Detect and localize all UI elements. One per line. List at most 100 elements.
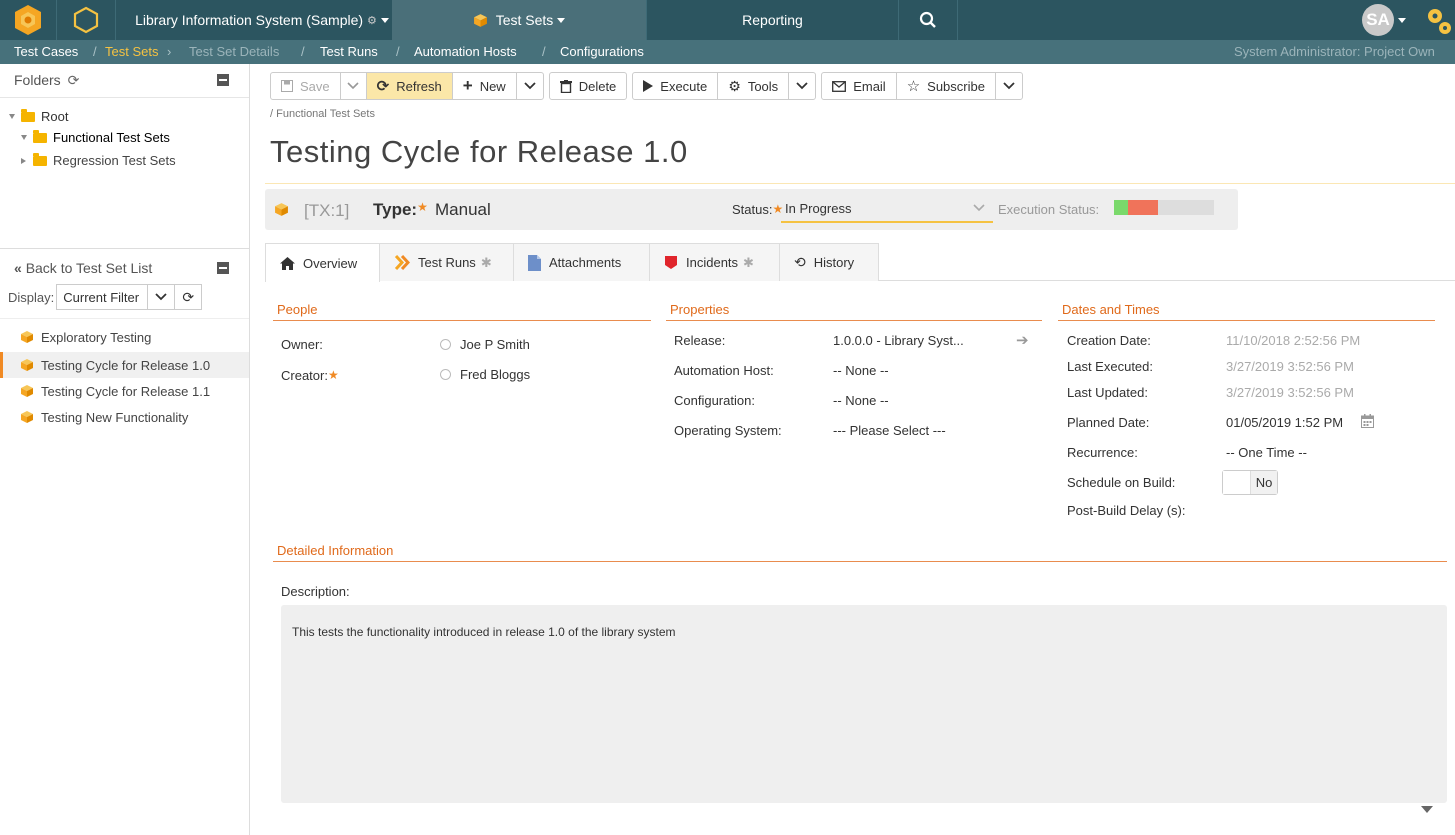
dates-section-title: Dates and Times (1062, 302, 1160, 317)
cogs-icon[interactable] (1420, 0, 1455, 40)
status-select[interactable]: In Progress (781, 197, 993, 223)
search-button[interactable] (898, 0, 958, 40)
recurrence-field[interactable]: -- One Time -- (1226, 445, 1307, 460)
email-group: Email ☆ Subscribe (821, 72, 1023, 100)
panel-divider (0, 318, 249, 319)
automation-host-label: Automation Host: (674, 363, 774, 378)
tab-attachments[interactable]: Attachments (513, 243, 650, 281)
tab-history[interactable]: ⟲ History (779, 243, 879, 281)
operating-system-label: Operating System: (674, 423, 782, 438)
test-set-icon (21, 411, 33, 423)
section-divider (273, 561, 1447, 562)
new-dropdown-button[interactable] (517, 73, 543, 99)
tools-dropdown-button[interactable] (789, 73, 815, 99)
execute-button[interactable]: Execute (633, 73, 719, 99)
tab-incidents[interactable]: Incidents ✱ (649, 243, 780, 281)
new-button[interactable]: + New (453, 73, 517, 99)
expand-icon[interactable] (9, 114, 15, 119)
gear-icon: ⚙ (367, 14, 377, 27)
planned-date-input[interactable]: 01/05/2019 1:52 PM (1226, 415, 1343, 430)
crumb-test-runs[interactable]: Test Runs (320, 44, 378, 59)
tab-strip: Overview Test Runs ✱ Attachments Inciden… (265, 243, 1455, 282)
arrow-right-icon[interactable]: ➔ (1016, 331, 1029, 349)
delete-group: Delete (548, 72, 628, 100)
tree-item-functional[interactable]: Functional Test Sets (21, 129, 170, 145)
chevron-down-icon (796, 82, 808, 90)
spira-logo-icon[interactable] (0, 0, 56, 40)
bug-icon (664, 255, 678, 270)
release-field[interactable]: 1.0.0.0 - Library Syst... (833, 333, 964, 348)
test-set-icon (21, 359, 33, 371)
project-selector[interactable]: Library Information System (Sample) ⚙ (115, 0, 392, 40)
test-set-icon (21, 385, 33, 397)
floppy-icon (281, 80, 293, 92)
creator-label: Creator:★ (281, 368, 339, 383)
subscribe-dropdown-button[interactable] (996, 73, 1022, 99)
delete-button[interactable]: Delete (550, 73, 627, 99)
asterisk-icon: ✱ (480, 254, 492, 270)
scroll-down-icon[interactable] (1421, 806, 1433, 813)
asterisk-icon: ✱ (743, 254, 754, 270)
toggle-label: No (1251, 471, 1277, 494)
collapse-list-button[interactable] (217, 262, 229, 274)
crumb-separator: / (93, 44, 97, 59)
test-sets-menu[interactable]: Test Sets (392, 0, 646, 40)
save-button[interactable]: Save (271, 73, 341, 99)
refresh-icon: ⟳ (376, 78, 390, 95)
automation-host-field[interactable]: -- None -- (833, 363, 889, 378)
tab-test-runs[interactable]: Test Runs ✱ (379, 243, 514, 281)
crumb-test-sets[interactable]: Test Sets (105, 44, 158, 59)
description-text: This tests the functionality introduced … (292, 625, 676, 639)
calendar-icon[interactable] (1361, 414, 1374, 431)
schedule-on-build-toggle[interactable]: No (1222, 470, 1278, 495)
back-to-list-link[interactable]: « Back to Test Set List (14, 260, 152, 276)
execution-status-bar[interactable] (1114, 200, 1214, 215)
configuration-field[interactable]: -- None -- (833, 393, 889, 408)
tree-item-regression[interactable]: Regression Test Sets (21, 152, 176, 168)
release-label: Release: (674, 333, 726, 348)
list-item[interactable]: Testing Cycle for Release 1.1 (0, 378, 249, 404)
crumb-test-set-details: Test Set Details (189, 44, 280, 59)
description-label: Description: (281, 584, 350, 599)
search-icon (919, 11, 936, 28)
required-star-icon: ★ (417, 200, 428, 214)
filter-dropdown-button[interactable] (147, 284, 176, 310)
crumb-automation-hosts[interactable]: Automation Hosts (414, 44, 517, 59)
user-menu[interactable]: SA (1358, 0, 1410, 40)
left-panel: Folders ⟳ Root Functional Test Sets Regr… (0, 64, 250, 835)
folder-path[interactable]: / Functional Test Sets (270, 108, 375, 120)
chevron-down-icon (524, 82, 536, 90)
tab-overview[interactable]: Overview (265, 243, 380, 282)
user-role-info: System Administrator: Project Own (1234, 44, 1435, 59)
refresh-list-button[interactable]: ⟳ (174, 284, 203, 310)
execution-passed-segment (1114, 200, 1128, 215)
expand-icon[interactable] (21, 135, 27, 140)
hexagon-icon[interactable] (56, 0, 114, 40)
expand-icon[interactable] (21, 157, 26, 164)
refresh-icon[interactable]: ⟳ (68, 72, 80, 88)
operating-system-field[interactable]: --- Please Select --- (833, 423, 946, 438)
email-button[interactable]: Email (822, 73, 897, 99)
crumb-separator: / (396, 44, 400, 59)
creator-field[interactable]: Fred Bloggs (440, 367, 530, 382)
save-dropdown-button[interactable] (341, 73, 367, 99)
collapse-folders-button[interactable] (217, 74, 229, 86)
tree-item-root[interactable]: Root (9, 108, 68, 124)
document-icon (528, 254, 541, 271)
refresh-button[interactable]: ⟳ Refresh (366, 73, 453, 99)
breadcrumb: Test Cases / Test Sets › Test Set Detail… (0, 40, 1455, 64)
filter-select[interactable]: Current Filter (56, 284, 149, 310)
test-set-icon (275, 203, 288, 216)
owner-field[interactable]: Joe P Smith (440, 337, 530, 352)
tools-button[interactable]: ⚙ Tools (718, 73, 790, 99)
crumb-configurations[interactable]: Configurations (560, 44, 644, 59)
reporting-menu[interactable]: Reporting (646, 0, 898, 40)
crumb-test-cases[interactable]: Test Cases (14, 44, 78, 59)
list-item[interactable]: Testing New Functionality (0, 404, 249, 430)
subscribe-button[interactable]: ☆ Subscribe (897, 73, 996, 99)
description-editor[interactable]: This tests the functionality introduced … (281, 605, 1447, 803)
play-icon (643, 80, 654, 92)
list-item[interactable]: Testing Cycle for Release 1.0 (0, 352, 249, 378)
owner-label: Owner: (281, 337, 323, 352)
list-item[interactable]: Exploratory Testing (0, 324, 249, 350)
